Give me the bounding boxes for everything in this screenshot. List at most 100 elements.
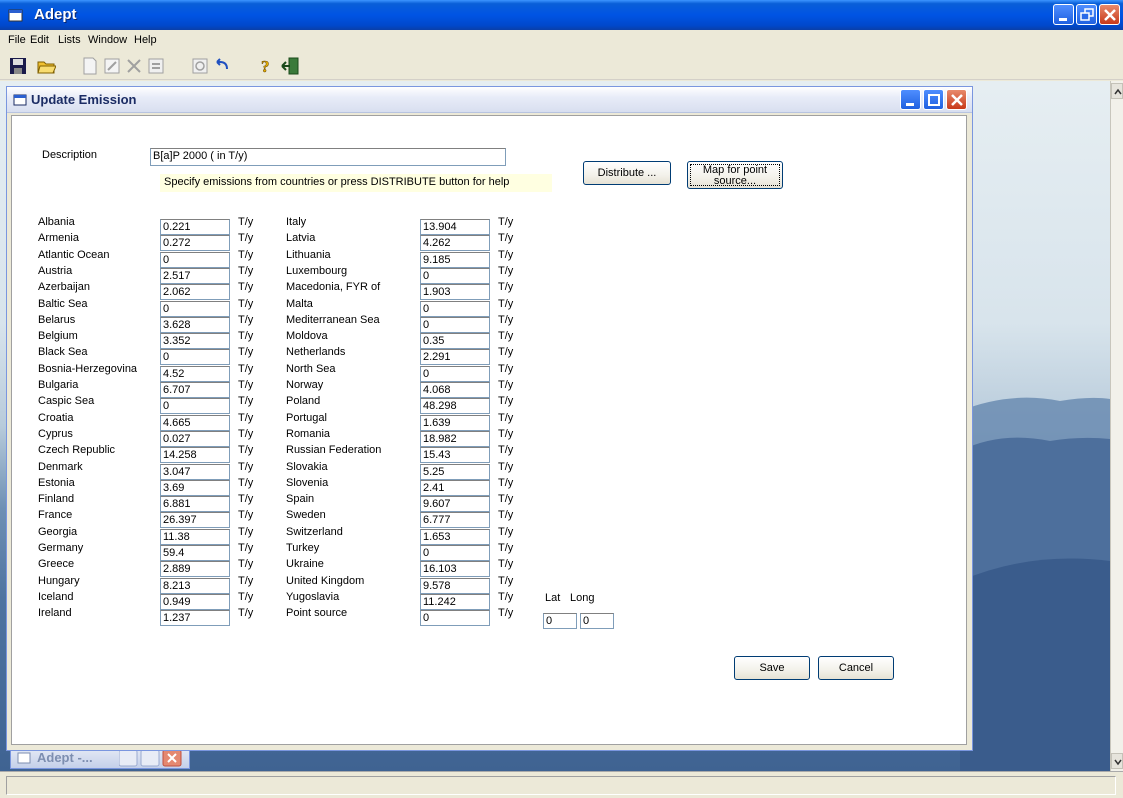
app-title-bar[interactable]: Adept xyxy=(0,0,1123,30)
undo-icon[interactable] xyxy=(212,56,232,76)
menu-help[interactable]: Help xyxy=(134,34,157,46)
refresh-icon[interactable] xyxy=(190,56,210,76)
minimize-icon xyxy=(906,103,914,106)
unit-label: T/y xyxy=(498,346,514,358)
country-label: Baltic Sea xyxy=(38,298,88,310)
emission-value-input[interactable]: 14.258 xyxy=(160,447,230,463)
emission-value-input[interactable]: 0 xyxy=(160,398,230,414)
child-title-bar[interactable]: Update Emission xyxy=(7,87,972,113)
help-icon[interactable]: ? xyxy=(256,56,276,76)
emission-value-input[interactable]: 2.062 xyxy=(160,284,230,300)
emission-value-input[interactable]: 4.665 xyxy=(160,415,230,431)
emission-value-input[interactable]: 59.4 xyxy=(160,545,230,561)
minimized-window-controls[interactable] xyxy=(119,749,189,767)
emission-value-input[interactable]: 0 xyxy=(160,301,230,317)
cancel-button[interactable]: Cancel xyxy=(818,656,894,680)
emission-value-input[interactable]: 0 xyxy=(420,268,490,284)
exit-icon[interactable] xyxy=(280,56,300,76)
unit-label: T/y xyxy=(498,607,514,619)
emission-value-input[interactable]: 0 xyxy=(420,317,490,333)
emission-value-input[interactable]: 6.707 xyxy=(160,382,230,398)
emission-value-input[interactable]: 11.242 xyxy=(420,594,490,610)
app-restore-button[interactable] xyxy=(1076,4,1097,25)
emission-value-input[interactable]: 2.41 xyxy=(420,480,490,496)
delete-icon[interactable] xyxy=(124,56,144,76)
emission-value-input[interactable]: 0 xyxy=(420,545,490,561)
child-minimize-button[interactable] xyxy=(900,89,921,110)
emission-value-input[interactable]: 0 xyxy=(420,610,490,626)
edit-document-icon[interactable] xyxy=(102,56,122,76)
emission-value-input[interactable]: 1.639 xyxy=(420,415,490,431)
toolbar: ? xyxy=(0,52,1123,80)
emission-value-input[interactable]: 1.903 xyxy=(420,284,490,300)
emission-value-input[interactable]: 0 xyxy=(160,349,230,365)
new-document-icon[interactable] xyxy=(80,56,100,76)
emission-value-input[interactable]: 15.43 xyxy=(420,447,490,463)
emission-value-input[interactable]: 6.777 xyxy=(420,512,490,528)
menu-lists[interactable]: Lists xyxy=(58,34,81,46)
emission-value-input[interactable]: 3.628 xyxy=(160,317,230,333)
map-point-source-button[interactable]: Map for point source... xyxy=(687,161,783,189)
emission-value-input[interactable]: 5.25 xyxy=(420,464,490,480)
menu-file[interactable]: File xyxy=(8,34,26,46)
emission-value-input[interactable]: 1.237 xyxy=(160,610,230,626)
country-label: Turkey xyxy=(286,542,320,554)
emission-value-input[interactable]: 4.068 xyxy=(420,382,490,398)
emission-value-input[interactable]: 48.298 xyxy=(420,398,490,414)
child-close-button[interactable] xyxy=(946,89,967,110)
emission-value-input[interactable]: 9.607 xyxy=(420,496,490,512)
menu-edit[interactable]: Edit xyxy=(30,34,49,46)
emission-value-input[interactable]: 13.904 xyxy=(420,219,490,235)
emission-value-input[interactable]: 9.185 xyxy=(420,252,490,268)
chevron-up-icon xyxy=(1114,88,1122,95)
distribute-button[interactable]: Distribute ... xyxy=(583,161,671,185)
emission-value-input[interactable]: 18.982 xyxy=(420,431,490,447)
emission-value-input[interactable]: 11.38 xyxy=(160,529,230,545)
emission-value-input[interactable]: 2.889 xyxy=(160,561,230,577)
country-label: Romania xyxy=(286,428,331,440)
scroll-down-button[interactable] xyxy=(1111,753,1123,769)
emission-value-input[interactable]: 0.027 xyxy=(160,431,230,447)
description-input[interactable]: B[a]P 2000 ( in T/y) xyxy=(150,148,506,166)
unit-label: T/y xyxy=(498,379,514,391)
app-minimize-button[interactable] xyxy=(1053,4,1074,25)
emission-value-input[interactable]: 0.949 xyxy=(160,594,230,610)
country-label: Black Sea xyxy=(38,346,88,358)
child-maximize-button[interactable] xyxy=(923,89,944,110)
emission-value-input[interactable]: 0.221 xyxy=(160,219,230,235)
scroll-up-button[interactable] xyxy=(1111,83,1123,99)
save-icon[interactable] xyxy=(8,56,28,76)
emission-value-input[interactable]: 4.52 xyxy=(160,366,230,382)
emission-value-input[interactable]: 6.881 xyxy=(160,496,230,512)
emission-value-input[interactable]: 3.047 xyxy=(160,464,230,480)
emission-value-input[interactable]: 2.291 xyxy=(420,349,490,365)
emission-value-input[interactable]: 1.653 xyxy=(420,529,490,545)
emission-value-input[interactable]: 8.213 xyxy=(160,578,230,594)
country-label: North Sea xyxy=(286,363,336,375)
unit-label: T/y xyxy=(498,509,514,521)
emission-value-input[interactable]: 2.517 xyxy=(160,268,230,284)
emission-value-input[interactable]: 0 xyxy=(160,252,230,268)
save-button[interactable]: Save xyxy=(734,656,810,680)
open-folder-icon[interactable] xyxy=(36,56,56,76)
unit-label: T/y xyxy=(498,493,514,505)
lat-input[interactable]: 0 xyxy=(543,613,577,629)
emission-value-input[interactable]: 0.35 xyxy=(420,333,490,349)
long-input[interactable]: 0 xyxy=(580,613,614,629)
menu-window[interactable]: Window xyxy=(88,34,127,46)
unit-label: T/y xyxy=(238,412,254,424)
vertical-scrollbar[interactable] xyxy=(1110,81,1123,771)
properties-icon[interactable] xyxy=(146,56,166,76)
emission-value-input[interactable]: 0.272 xyxy=(160,235,230,251)
emission-value-input[interactable]: 16.103 xyxy=(420,561,490,577)
emission-value-input[interactable]: 26.397 xyxy=(160,512,230,528)
unit-label: T/y xyxy=(498,444,514,456)
emission-value-input[interactable]: 4.262 xyxy=(420,235,490,251)
emission-value-input[interactable]: 3.352 xyxy=(160,333,230,349)
emission-value-input[interactable]: 0 xyxy=(420,301,490,317)
emission-value-input[interactable]: 0 xyxy=(420,366,490,382)
unit-label: T/y xyxy=(238,607,254,619)
emission-value-input[interactable]: 3.69 xyxy=(160,480,230,496)
app-close-button[interactable] xyxy=(1099,4,1120,25)
emission-value-input[interactable]: 9.578 xyxy=(420,578,490,594)
